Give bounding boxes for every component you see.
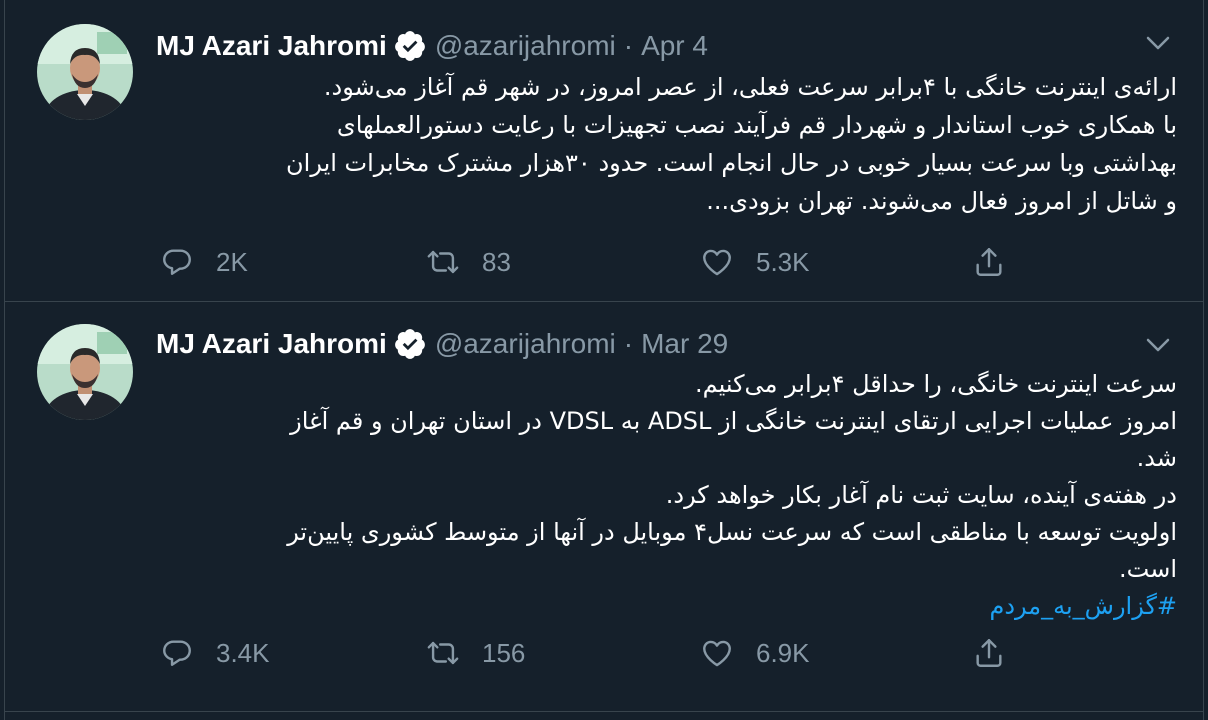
tweet-text: سرعت اینترنت خانگی، را حداقل ۴برابر می‌ک… — [156, 366, 1177, 625]
avatar[interactable] — [37, 324, 133, 420]
tweet-date[interactable]: Mar 29 — [641, 328, 728, 360]
like-button[interactable]: 6.9K — [700, 633, 810, 673]
share-icon — [972, 245, 1006, 279]
tweet-text-line: بهداشتی وبا سرعت بسیار خوبی در حال انجام… — [286, 149, 1177, 177]
retweet-button[interactable]: 156 — [426, 633, 525, 673]
share-button[interactable] — [972, 242, 1006, 282]
author-handle[interactable]: @azarijahromi — [435, 328, 616, 360]
hashtag-link[interactable]: #گزارش_به_مردم — [989, 592, 1177, 620]
verified-badge-icon — [393, 327, 427, 361]
tweet-text-line: در هفته‌ی آینده، سایت ثبت نام آغار بکار … — [665, 481, 1177, 509]
like-count: 5.3K — [756, 246, 810, 277]
chevron-down-icon[interactable] — [1143, 30, 1173, 56]
author-handle[interactable]: @azarijahromi — [435, 30, 616, 62]
avatar-image — [37, 324, 133, 420]
tweet-text-line: شد. — [1136, 444, 1177, 472]
tweet-header: MJ Azari Jahromi @azarijahromi · Apr 4 — [156, 28, 1163, 64]
tweet[interactable]: MJ Azari Jahromi @azarijahromi · Mar 29 … — [5, 302, 1203, 712]
retweet-button[interactable]: 83 — [426, 242, 511, 282]
verified-badge-icon — [393, 29, 427, 63]
like-icon — [700, 245, 734, 279]
tweet-text-line: اولویت توسعه با مناطقی است که سرعت نسل۴ … — [287, 518, 1177, 546]
tweet[interactable]: MJ Azari Jahromi @azarijahromi · Apr 4 ا… — [5, 0, 1203, 302]
tweet-text-line: ارائه‌ی اینترنت خانگی با ۴برابر سرعت فعل… — [323, 73, 1177, 101]
reply-icon — [160, 245, 194, 279]
author-name[interactable]: MJ Azari Jahromi — [156, 30, 387, 62]
avatar[interactable] — [37, 24, 133, 120]
retweet-count: 156 — [482, 637, 526, 668]
tweet-actions: 3.4K 156 6.9K — [156, 633, 1163, 673]
tweet-text-line: با همکاری خوب استاندار و شهردار قم فرآین… — [336, 111, 1177, 139]
tweet-text-line: و شاتل از امروز فعال می‌شوند. تهران بزود… — [706, 187, 1177, 215]
reply-icon — [160, 636, 194, 670]
share-button[interactable] — [972, 633, 1006, 673]
like-count: 6.9K — [756, 637, 810, 668]
retweet-icon — [426, 245, 460, 279]
reply-button[interactable]: 3.4K — [160, 633, 270, 673]
tweet-date[interactable]: Apr 4 — [641, 30, 708, 62]
share-icon — [972, 636, 1006, 670]
separator-dot: · — [623, 328, 634, 359]
reply-count: 3.4K — [216, 637, 270, 668]
tweet-text-line: امروز عملیات اجرایی ارتقای اینترنت خانگی… — [290, 407, 1177, 435]
tweet-actions: 2K 83 5.3K — [156, 242, 1163, 282]
author-name[interactable]: MJ Azari Jahromi — [156, 328, 387, 360]
retweet-count: 83 — [482, 246, 511, 277]
retweet-icon — [426, 636, 460, 670]
avatar-image — [37, 24, 133, 120]
like-button[interactable]: 5.3K — [700, 242, 810, 282]
timeline: MJ Azari Jahromi @azarijahromi · Apr 4 ا… — [4, 0, 1204, 720]
like-icon — [700, 636, 734, 670]
tweet-header: MJ Azari Jahromi @azarijahromi · Mar 29 — [156, 326, 1163, 362]
chevron-down-icon[interactable] — [1143, 332, 1173, 358]
tweet-text: ارائه‌ی اینترنت خانگی با ۴برابر سرعت فعل… — [156, 68, 1177, 220]
reply-button[interactable]: 2K — [160, 242, 248, 282]
tweet-text-line: سرعت اینترنت خانگی، را حداقل ۴برابر می‌ک… — [695, 370, 1177, 398]
separator-dot: · — [623, 30, 634, 61]
reply-count: 2K — [216, 246, 248, 277]
tweet-text-line: است. — [1119, 555, 1177, 583]
